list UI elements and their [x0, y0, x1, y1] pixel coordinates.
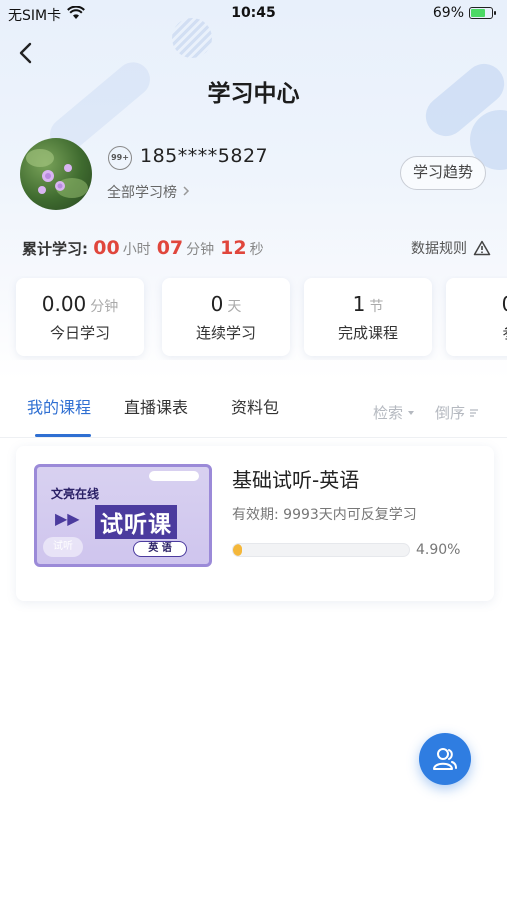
all-ranking-label: 全部学习榜 [107, 185, 177, 201]
search-filter-button[interactable]: 检索 [373, 402, 415, 423]
course-tabs: 我的课程 直播课表 资料包 检索 倒序 [0, 390, 507, 438]
stat-unit: 天 [227, 299, 242, 315]
stat-value: 0 [210, 292, 224, 316]
stat-label: 今日学习 [49, 324, 110, 342]
stat-card-streak[interactable]: 0天 连续学习 [162, 278, 290, 356]
stat-unit: 节 [369, 299, 384, 315]
active-tab-indicator [35, 434, 91, 437]
stat-label: 参 [446, 322, 507, 343]
stat-card-completed[interactable]: 1节 完成课程 [304, 278, 432, 356]
course-progress-bar [232, 543, 410, 557]
course-card[interactable]: 文亮在线 ▶▶ 试听课 试听 英 语 基础试听-英语 有效期: 9993天内可反… [16, 446, 494, 601]
thumbnail-brand: 文亮在线 [51, 487, 100, 501]
message-badge[interactable]: 99+ [108, 146, 132, 170]
data-rules-link[interactable]: 数据规则 [411, 238, 491, 258]
seconds-unit: 秒 [249, 242, 264, 258]
course-validity: 有效期: 9993天内可反复学习 [232, 507, 417, 523]
user-phone: 185****5827 [140, 145, 269, 167]
minutes-value: 07 [156, 237, 184, 259]
warning-icon [473, 240, 491, 256]
hours-unit: 小时 [122, 242, 151, 258]
nav-bar: 学习中心 [0, 30, 507, 107]
stat-unit: 分钟 [90, 299, 119, 315]
battery-percent: 69% [432, 5, 464, 21]
thumbnail-title: 试听课 [95, 505, 177, 539]
seconds-value: 12 [220, 237, 247, 259]
avatar[interactable] [20, 138, 92, 210]
search-filter-label: 检索 [373, 404, 404, 422]
progress-fill [233, 544, 242, 556]
tab-materials[interactable]: 资料包 [231, 394, 279, 418]
user-contact-icon [433, 748, 457, 770]
thumbnail-pill: 试听 [43, 537, 83, 557]
stat-card-today[interactable]: 0.00 分钟 今日学习 [16, 278, 144, 356]
stat-label: 连续学习 [195, 324, 256, 342]
stat-value: 0 [502, 292, 507, 316]
play-arrows-icon: ▶▶ [55, 509, 80, 528]
stat-value: 0.00 [41, 292, 87, 316]
tab-live-schedule[interactable]: 直播课表 [124, 394, 188, 418]
battery-icon [469, 7, 496, 19]
sort-button[interactable]: 倒序 [435, 402, 479, 423]
course-title: 基础试听-英语 [232, 468, 360, 492]
contact-fab[interactable] [419, 733, 471, 785]
page-title: 学习中心 [207, 81, 300, 107]
stats-row: 0.00分钟 今日学习 0天 连续学习 1节 完成课程 0 参 [8, 276, 507, 360]
caret-down-icon [408, 410, 415, 415]
chevron-right-icon [183, 186, 190, 196]
tab-my-courses[interactable]: 我的课程 [27, 394, 91, 418]
sort-icon [470, 408, 479, 417]
course-progress-text: 4.90% [416, 542, 461, 558]
all-ranking-link[interactable]: 全部学习榜 [107, 182, 191, 202]
clock: 10:45 [231, 5, 276, 21]
stat-value: 1 [352, 292, 366, 316]
stat-card-partial[interactable]: 0 参 [446, 278, 507, 356]
study-trend-button[interactable]: 学习趋势 [399, 156, 486, 190]
sort-label: 倒序 [435, 404, 466, 422]
stat-label: 完成课程 [337, 324, 398, 342]
data-rules-label: 数据规则 [411, 241, 467, 257]
study-time-label: 累计学习: [22, 240, 88, 258]
chevron-left-icon [19, 42, 32, 64]
course-thumbnail: 文亮在线 ▶▶ 试听课 试听 英 语 [34, 464, 212, 567]
profile-section: 99+ 185****5827 全部学习榜 学习趋势 [20, 138, 490, 210]
status-bar: 无SIM卡 10:45 69% [0, 0, 507, 28]
total-study-time: 累计学习: 00 小时 07 分钟 12 秒 [22, 237, 270, 259]
thumbnail-logo [149, 471, 199, 481]
minutes-unit: 分钟 [186, 242, 215, 258]
hours-value: 00 [93, 237, 120, 259]
back-button[interactable] [12, 36, 42, 70]
thumbnail-subject: 英 语 [133, 541, 187, 557]
